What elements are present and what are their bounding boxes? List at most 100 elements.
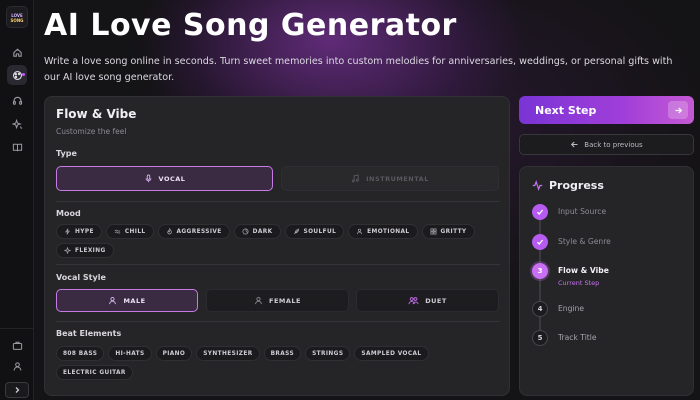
sidebar-item-palette[interactable] <box>7 65 27 85</box>
page-subtitle: Write a love song online in seconds. Tur… <box>44 56 673 83</box>
type-option-vocal[interactable]: VOCAL <box>56 166 273 191</box>
mood-chip-hype[interactable]: HYPE <box>56 224 102 239</box>
book-icon <box>12 143 22 151</box>
logo-text-line2: SONG <box>10 18 24 23</box>
mood-chip-aggressive[interactable]: AGGRESSIVE <box>157 224 230 239</box>
section-divider <box>56 321 500 322</box>
microphone-icon <box>145 174 151 183</box>
arrow-right-icon <box>668 101 688 119</box>
type-option-label: INSTRUMENTAL <box>366 174 429 183</box>
beat-chip-808-bass[interactable]: 808 BASS <box>56 346 105 361</box>
vocal-option-label: MALE <box>123 296 146 305</box>
arrow-left-icon <box>571 141 578 148</box>
beat-chip-sampled-vocal[interactable]: SAMPLED VOCAL <box>354 346 429 361</box>
vocal-option-label: DUET <box>425 296 447 305</box>
sidebar-item-book[interactable] <box>7 137 27 157</box>
current-step-caption: Current Step <box>558 279 600 287</box>
sidebar-item-headphones[interactable] <box>7 90 27 110</box>
vocal-style-label: Vocal Style <box>56 273 106 282</box>
users-icon <box>408 297 419 305</box>
type-label: Type <box>56 149 77 158</box>
sidebar-expand-button[interactable] <box>5 382 29 398</box>
heart-person-icon <box>357 228 363 235</box>
briefcase-icon <box>12 341 22 350</box>
user-icon <box>13 361 21 371</box>
sidebar-item-home[interactable] <box>7 42 27 62</box>
activity-icon <box>532 180 543 191</box>
mood-chip-label: AGGRESSIVE <box>176 228 222 235</box>
next-step-button[interactable]: Next Step <box>519 96 694 124</box>
back-button-label: Back to previous <box>584 140 643 149</box>
headphones-icon <box>12 96 22 105</box>
feather-icon <box>293 228 299 235</box>
progress-header: Progress <box>532 179 604 192</box>
mood-chip-label: DARK <box>252 228 273 235</box>
section-divider <box>56 264 500 265</box>
progress-step-label: Style & Genre <box>558 237 611 246</box>
beat-elements-label: Beat Elements <box>56 329 122 338</box>
sidebar-item-sparkles[interactable] <box>7 114 27 134</box>
card-title: Flow & Vibe <box>56 107 137 121</box>
beat-chip-strings[interactable]: STRINGS <box>305 346 351 361</box>
progress-step-label: Flow & Vibe <box>558 266 609 275</box>
beat-chip-synthesizer[interactable]: SYNTHESIZER <box>196 346 260 361</box>
home-icon <box>12 48 22 57</box>
mood-chip-label: FLEXING <box>75 247 106 254</box>
sidebar-item-briefcase[interactable] <box>7 335 27 355</box>
sparkle-icon <box>64 247 71 254</box>
app-logo[interactable]: LOVE SONG <box>6 6 28 28</box>
mood-chip-flexing[interactable]: FLEXING <box>56 243 114 258</box>
vocal-option-duet[interactable]: DUET <box>356 289 499 312</box>
bolt-icon <box>65 228 70 235</box>
chevron-right-icon <box>15 387 20 393</box>
palette-icon <box>12 70 22 80</box>
mood-chip-gritty[interactable]: GRITTY <box>421 224 475 239</box>
flow-vibe-card: Flow & Vibe Customize the feel Type VOCA… <box>44 96 510 396</box>
mood-chip-label: SOULFUL <box>303 228 337 235</box>
progress-step-1: Input Source <box>532 204 606 220</box>
mood-chip-emotional[interactable]: EMOTIONAL <box>348 224 418 239</box>
progress-step-5: 5 Track Title <box>532 330 597 346</box>
check-icon <box>532 204 548 220</box>
sparkles-icon <box>11 118 22 129</box>
moon-icon <box>242 228 249 235</box>
beat-chip-hi-hats[interactable]: HI-HATS <box>108 346 152 361</box>
back-button[interactable]: Back to previous <box>519 134 694 155</box>
mood-chip-label: GRITTY <box>440 228 467 235</box>
page-title: AI Love Song Generator <box>44 8 457 43</box>
type-option-label: VOCAL <box>158 174 186 183</box>
vocal-option-female[interactable]: FEMALE <box>206 289 349 312</box>
sidebar-item-account[interactable] <box>7 356 27 376</box>
next-step-label: Next Step <box>535 103 597 117</box>
flame-icon <box>166 228 172 235</box>
step-number: 3 <box>532 263 548 279</box>
progress-step-label: Input Source <box>558 207 607 216</box>
user-icon <box>109 296 117 305</box>
active-indicator-dot <box>22 73 25 76</box>
card-subtitle: Customize the feel <box>56 127 127 136</box>
current-step-text: Flow & Vibe Current Step <box>558 263 609 287</box>
progress-step-label: Engine <box>558 304 585 313</box>
sidebar: LOVE SONG <box>0 0 34 400</box>
mood-chip-group: HYPE CHILL AGGRESSIVE DARK SOULFUL EMOTI… <box>56 224 486 258</box>
user-icon <box>255 296 262 305</box>
grid-icon <box>430 228 436 235</box>
mood-chip-soulful[interactable]: SOULFUL <box>284 224 345 239</box>
beat-chip-electric-guitar[interactable]: ELECTRIC GUITAR <box>56 365 133 380</box>
mood-chip-label: HYPE <box>75 228 94 235</box>
wave-icon <box>114 229 121 234</box>
sidebar-divider <box>0 328 34 329</box>
vocal-option-male[interactable]: MALE <box>56 289 198 312</box>
beat-chip-piano[interactable]: PIANO <box>155 346 193 361</box>
music-note-icon <box>352 174 359 183</box>
progress-step-4: 4 Engine <box>532 301 584 317</box>
mood-chip-dark[interactable]: DARK <box>233 224 281 239</box>
type-option-instrumental[interactable]: INSTRUMENTAL <box>281 166 499 191</box>
step-number: 5 <box>532 330 548 346</box>
progress-panel: Progress Input Source Style & Genre 3 Fl… <box>519 166 694 396</box>
beat-chip-brass[interactable]: BRASS <box>263 346 302 361</box>
vocal-option-label: FEMALE <box>269 296 301 305</box>
mood-chip-chill[interactable]: CHILL <box>105 224 154 239</box>
mood-chip-label: CHILL <box>124 228 146 235</box>
progress-step-2: Style & Genre <box>532 234 611 250</box>
